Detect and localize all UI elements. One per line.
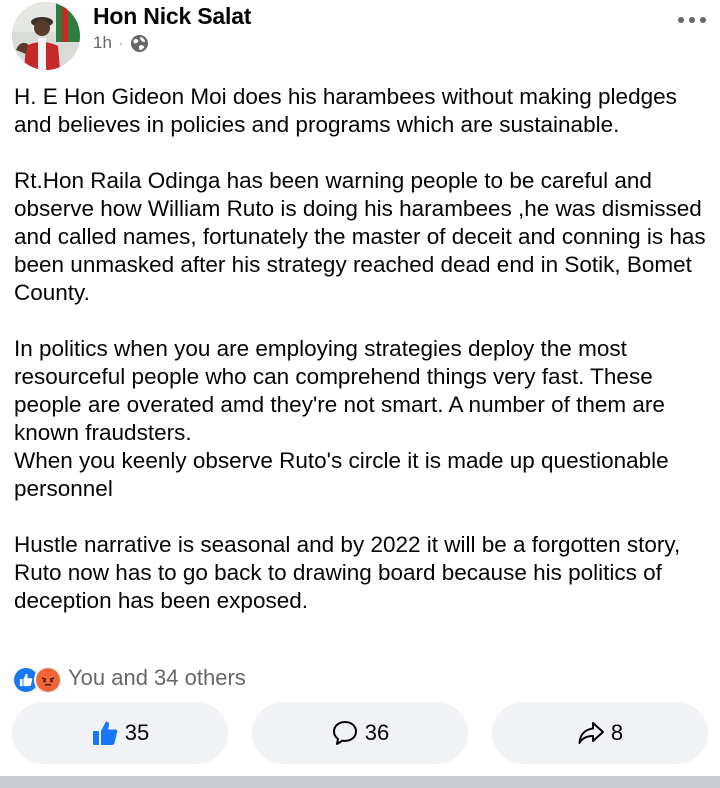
angry-reaction-icon: [34, 666, 62, 694]
like-button[interactable]: 35: [12, 702, 228, 764]
author-avatar[interactable]: [12, 2, 80, 70]
meta-separator: ·: [118, 36, 123, 50]
thumbs-up-icon: [91, 719, 119, 747]
share-arrow-icon: [577, 719, 605, 747]
reactions-summary[interactable]: You and 34 others: [12, 664, 246, 694]
post-time[interactable]: 1h: [93, 33, 112, 53]
post-paragraph: In politics when you are employing strat…: [14, 336, 669, 501]
comment-count: 36: [364, 720, 390, 745]
like-count: 35: [124, 720, 150, 745]
globe-icon[interactable]: [130, 34, 149, 53]
post-meta: 1h ·: [93, 32, 149, 54]
more-dot-icon: [678, 17, 684, 23]
reaction-icons: [12, 665, 64, 694]
more-dot-icon: [700, 17, 706, 23]
reactions-summary-text[interactable]: You and 34 others: [68, 665, 246, 691]
more-dot-icon: [689, 17, 695, 23]
post-actions: 35 36 8: [0, 702, 720, 764]
comment-icon: [331, 719, 359, 747]
post-paragraph: H. E Hon Gideon Moi does his harambees w…: [14, 84, 677, 137]
more-options-button[interactable]: [678, 10, 706, 30]
post-text: H. E Hon Gideon Moi does his harambees w…: [14, 83, 708, 643]
share-button[interactable]: 8: [492, 702, 708, 764]
feed-divider: [0, 776, 720, 788]
comment-button[interactable]: 36: [252, 702, 468, 764]
share-count: 8: [610, 720, 624, 745]
author-name[interactable]: Hon Nick Salat: [93, 3, 251, 30]
post-paragraph: Hustle narrative is seasonal and by 2022…: [14, 532, 681, 613]
post-paragraph: Rt.Hon Raila Odinga has been warning peo…: [14, 168, 706, 305]
post-header: Hon Nick Salat 1h ·: [0, 0, 720, 72]
